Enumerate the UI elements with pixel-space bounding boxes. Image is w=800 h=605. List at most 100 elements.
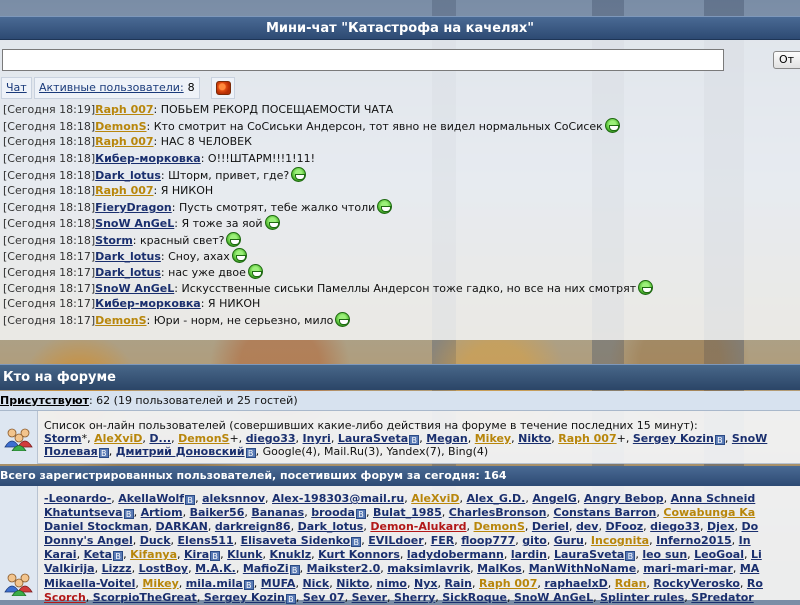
user-link[interactable]: Alex_G.D. — [467, 492, 526, 505]
user-link[interactable]: Alex-198303@mail.ru — [272, 492, 404, 505]
message-author-link[interactable]: Raph 007 — [95, 103, 153, 116]
user-link[interactable]: RockyVerosko — [653, 577, 740, 590]
user-link[interactable]: Scorch — [44, 591, 86, 604]
message-author-link[interactable]: Кибер-морковка — [95, 152, 201, 165]
user-link[interactable]: leo sun — [642, 548, 687, 561]
user-link[interactable]: DemonS — [178, 432, 229, 445]
user-link[interactable]: Valkirija — [44, 562, 95, 575]
user-link[interactable]: Mikey — [475, 432, 511, 445]
user-link[interactable]: Keta — [84, 548, 112, 561]
user-link[interactable]: Demon-Alukard — [370, 520, 466, 533]
message-author-link[interactable]: Dark_lotus — [95, 169, 161, 182]
user-link[interactable]: In — [739, 534, 751, 547]
user-link[interactable]: M.A.K. — [195, 562, 236, 575]
user-link[interactable]: Sergey Kozin — [633, 432, 714, 445]
user-link[interactable]: Sever — [352, 591, 387, 604]
user-link[interactable]: Nyx — [414, 577, 437, 590]
message-author-link[interactable]: SnoW AnGeL — [95, 217, 174, 230]
user-link[interactable]: Djex — [707, 520, 734, 533]
user-link[interactable]: Lizzz — [102, 562, 132, 575]
user-link[interactable]: Angry Bebop — [584, 492, 664, 505]
user-link[interactable]: LeoGoal — [694, 548, 744, 561]
user-link[interactable]: Splinter rules — [600, 591, 684, 604]
user-link[interactable]: Artiom — [141, 506, 183, 519]
message-author-link[interactable]: Raph 007 — [95, 184, 153, 197]
user-link[interactable]: Do — [741, 520, 758, 533]
message-author-link[interactable]: FieryDragon — [95, 201, 172, 214]
user-link[interactable]: Storm — [44, 432, 82, 445]
user-link[interactable]: Raph 007 — [558, 432, 616, 445]
user-link[interactable]: Rdan — [615, 577, 647, 590]
user-link[interactable]: LauraSveta — [554, 548, 624, 561]
user-link[interactable]: Megan — [426, 432, 468, 445]
user-link[interactable]: Nikto — [336, 577, 369, 590]
user-link[interactable]: Ro — [747, 577, 763, 590]
user-link[interactable]: darkreign86 — [215, 520, 291, 533]
user-link[interactable]: Constans Barron — [553, 506, 656, 519]
user-link[interactable]: Incognita — [591, 534, 649, 547]
user-link[interactable]: SnoW — [732, 432, 767, 445]
user-link[interactable]: DFooz — [605, 520, 643, 533]
user-link[interactable]: Karai — [44, 548, 77, 561]
message-author-link[interactable]: DemonS — [95, 120, 146, 133]
user-link[interactable]: dev — [576, 520, 599, 533]
user-link[interactable]: aleksnnov — [202, 492, 265, 505]
message-author-link[interactable]: SnoW AnGeL — [95, 282, 174, 295]
message-author-link[interactable]: Storm — [95, 234, 133, 247]
user-link[interactable]: D... — [149, 432, 171, 445]
user-link[interactable]: diego33 — [246, 432, 296, 445]
user-link[interactable]: Klunk — [227, 548, 262, 561]
user-link[interactable]: LostBoy — [139, 562, 188, 575]
user-link[interactable]: floop777 — [461, 534, 515, 547]
user-link[interactable]: Kira — [184, 548, 209, 561]
user-link[interactable]: SickRoque — [442, 591, 507, 604]
message-author-link[interactable]: Кибер-морковка — [95, 297, 201, 310]
user-link[interactable]: Deriel — [532, 520, 569, 533]
user-link[interactable]: Inyri — [303, 432, 331, 445]
refresh-button[interactable] — [211, 77, 235, 99]
user-link[interactable]: SnoW AnGeL — [514, 591, 593, 604]
user-link[interactable]: Baiker56 — [190, 506, 245, 519]
user-link[interactable]: Knuklz — [269, 548, 311, 561]
user-link[interactable]: Mikaella-Voitel — [44, 577, 135, 590]
user-link[interactable]: Rain — [444, 577, 472, 590]
user-link[interactable]: -Leonardo- — [44, 492, 111, 505]
user-link[interactable]: nimo — [376, 577, 407, 590]
user-link[interactable]: AkellaWolf — [118, 492, 184, 505]
user-link[interactable]: Donny's Angel — [44, 534, 133, 547]
user-link[interactable]: Mikey — [142, 577, 178, 590]
user-link[interactable]: SPredator — [691, 591, 753, 604]
user-link[interactable]: MalKos — [477, 562, 522, 575]
user-link[interactable]: gito — [522, 534, 546, 547]
user-link[interactable]: Nikto — [518, 432, 551, 445]
user-link[interactable]: Kifanya — [130, 548, 177, 561]
user-link[interactable]: Elisaveta Sidenko — [241, 534, 351, 547]
user-link[interactable]: Guru — [554, 534, 584, 547]
user-link[interactable]: mila.mila — [186, 577, 243, 590]
user-link[interactable]: Anna Schneid — [671, 492, 756, 505]
message-author-link[interactable]: Dark_lotus — [95, 266, 161, 279]
user-link[interactable]: AleXviD — [94, 432, 142, 445]
user-link[interactable]: Sergey Kozin — [204, 591, 285, 604]
user-link[interactable]: ladydobermann — [407, 548, 504, 561]
user-link[interactable]: DemonS — [474, 520, 525, 533]
user-link[interactable]: ManWithNoName — [529, 562, 637, 575]
user-link[interactable]: ScorpioTheGreat — [93, 591, 197, 604]
user-link[interactable]: Дмитрий Доновский — [116, 445, 245, 458]
tab-active-users[interactable]: Активные пользователи: 8 — [34, 77, 200, 99]
user-link[interactable]: Nick — [302, 577, 329, 590]
user-link[interactable]: Inferno2015 — [656, 534, 732, 547]
user-link[interactable]: Полевая — [44, 445, 98, 458]
user-link[interactable]: Cowabunga Ka — [663, 506, 755, 519]
user-link[interactable]: mari-mari-mar — [643, 562, 733, 575]
user-link[interactable]: Kurt Konnors — [318, 548, 400, 561]
user-link[interactable]: Elens511 — [178, 534, 234, 547]
user-link[interactable]: Khatuntseva — [44, 506, 123, 519]
user-link[interactable]: LauraSveta — [338, 432, 408, 445]
present-label[interactable]: Присутствуют — [0, 394, 89, 407]
chat-message-input[interactable] — [2, 49, 724, 71]
user-link[interactable]: FER — [431, 534, 455, 547]
user-link[interactable]: Dark_lotus — [298, 520, 364, 533]
user-link[interactable]: maksimlavrik — [387, 562, 470, 575]
user-link[interactable]: EVILdoer — [368, 534, 423, 547]
